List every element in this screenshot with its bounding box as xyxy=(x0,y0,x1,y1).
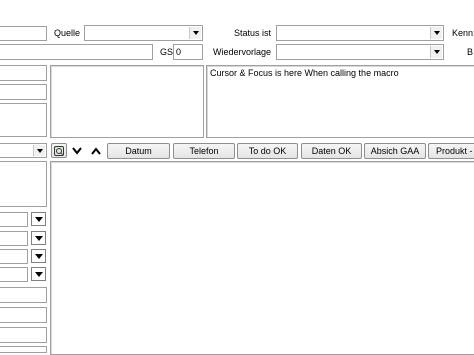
dropdown-arrow-icon[interactable] xyxy=(33,145,45,156)
left-combo-2-arrow[interactable] xyxy=(31,212,46,226)
dropdown-arrow-icon xyxy=(34,216,43,222)
left-field-5[interactable] xyxy=(0,103,47,137)
filter-button[interactable] xyxy=(51,143,67,158)
left-field-4[interactable] xyxy=(0,84,47,100)
gs-value: 0 xyxy=(176,47,182,57)
dropdown-arrow-icon xyxy=(34,271,43,277)
chevron-down-icon xyxy=(72,146,82,155)
telefon-button[interactable]: Telefon xyxy=(173,143,235,159)
left-combo-3-arrow[interactable] xyxy=(31,231,46,245)
left-field-7[interactable] xyxy=(0,287,47,303)
status-label: Status ist xyxy=(234,28,272,38)
dropdown-arrow-icon[interactable] xyxy=(430,27,442,39)
todo-ok-button[interactable]: To do OK xyxy=(237,143,298,159)
dropdown-arrow-icon xyxy=(34,235,43,241)
left-combo-4-arrow[interactable] xyxy=(31,249,46,263)
left-field-10[interactable] xyxy=(0,346,47,353)
quelle-select[interactable] xyxy=(84,25,203,41)
dropdown-arrow-icon[interactable] xyxy=(189,27,201,39)
chevron-up-icon xyxy=(91,146,101,155)
produkt-button[interactable]: Produkt - xyxy=(428,143,474,159)
dropdown-arrow-icon[interactable] xyxy=(430,46,442,58)
left-combo-4[interactable] xyxy=(0,249,28,264)
left-field-6[interactable] xyxy=(0,161,47,207)
dropdown-arrow-icon xyxy=(34,253,43,259)
middle-box[interactable] xyxy=(50,65,204,138)
b-label: B xyxy=(467,47,474,57)
left-combo-3[interactable] xyxy=(0,231,28,246)
daten-ok-button[interactable]: Daten OK xyxy=(301,143,362,159)
wiedervorlage-select[interactable] xyxy=(276,44,444,60)
datum-button[interactable]: Datum xyxy=(107,143,170,159)
left-field-2[interactable] xyxy=(0,44,153,60)
absich-gaa-button[interactable]: Absich GAA xyxy=(364,143,426,159)
wiedervorlage-label: Wiedervorlage xyxy=(213,47,272,57)
gs-label: GS xyxy=(160,47,174,57)
sort-down-button[interactable] xyxy=(69,143,85,158)
left-field-8[interactable] xyxy=(0,307,47,323)
gs-field[interactable]: 0 xyxy=(173,44,203,60)
left-field-3[interactable] xyxy=(0,65,47,81)
memo-area[interactable]: Cursor & Focus is here When calling the … xyxy=(206,65,474,138)
kenn-label: Kenn: xyxy=(452,28,474,38)
sort-up-button[interactable] xyxy=(88,143,104,158)
left-field-1[interactable] xyxy=(0,26,47,41)
memo-text: Cursor & Focus is here When calling the … xyxy=(210,68,399,78)
quelle-label: Quelle xyxy=(54,28,81,38)
left-combo-2[interactable] xyxy=(0,212,28,227)
left-combo-5[interactable] xyxy=(0,267,28,282)
results-grid[interactable] xyxy=(50,161,474,355)
left-combo-1[interactable] xyxy=(0,143,47,158)
filter-icon xyxy=(54,145,64,156)
status-select[interactable] xyxy=(276,25,444,41)
left-combo-5-arrow[interactable] xyxy=(31,267,46,281)
left-field-9[interactable] xyxy=(0,327,47,343)
